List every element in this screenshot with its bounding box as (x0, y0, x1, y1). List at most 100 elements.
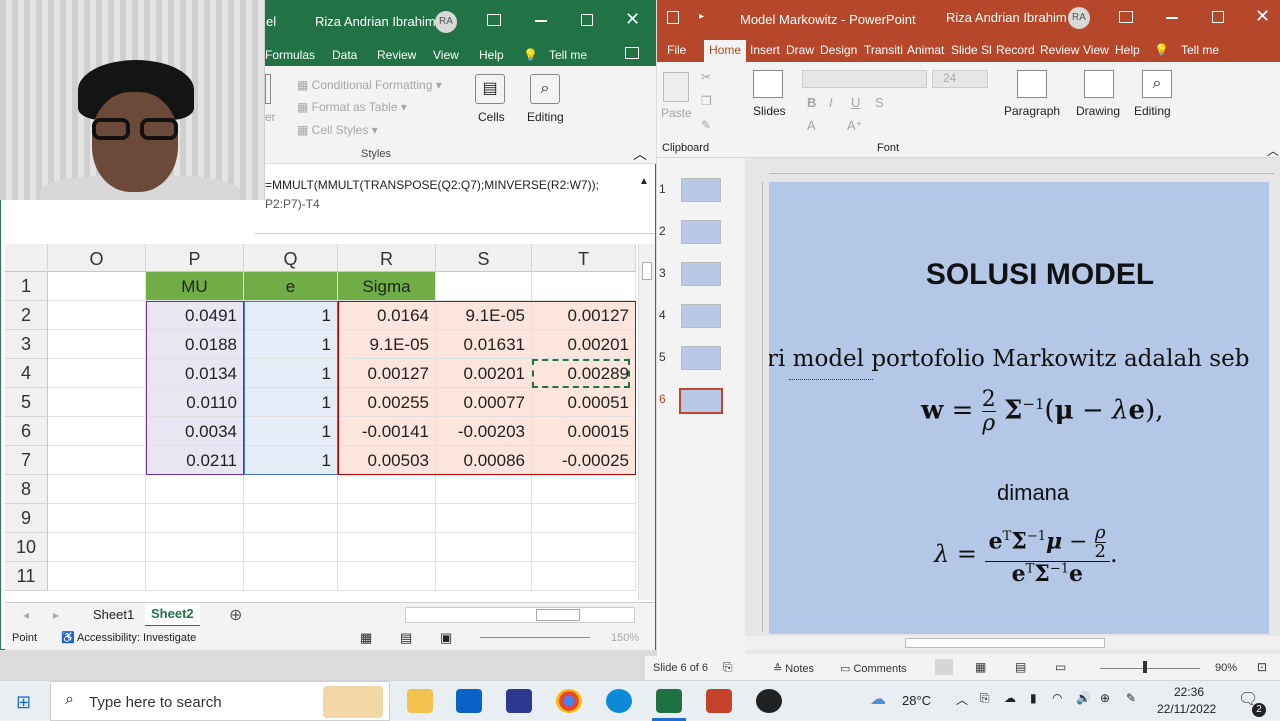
cell-t10[interactable] (532, 533, 636, 562)
cell-o3[interactable] (48, 330, 146, 359)
slide-thumbnail-3[interactable] (681, 262, 721, 286)
font-color-button[interactable]: A (807, 118, 816, 133)
current-slide[interactable]: SOLUSI MODEL ri model portofolio Markowi… (769, 182, 1269, 634)
col-header-o[interactable]: O (48, 244, 146, 272)
tab-formulas[interactable]: Formulas (265, 48, 315, 62)
conditional-formatting-button[interactable]: ▦ Conditional Formatting ▾ (297, 78, 442, 92)
cell-o11[interactable] (48, 562, 146, 591)
row-header[interactable]: 9 (5, 504, 48, 533)
battery-icon[interactable]: ▮ (1030, 691, 1037, 705)
zoom-slider[interactable] (1100, 668, 1200, 669)
cell-t7[interactable]: -0.00025 (532, 446, 636, 475)
slides-label[interactable]: Slides (753, 104, 786, 118)
tell-me-search[interactable]: Tell me (1181, 43, 1219, 57)
drawing-icon[interactable] (1084, 70, 1114, 98)
slide-thumbnail-1[interactable] (681, 178, 721, 202)
start-button[interactable]: ⊞ (16, 692, 31, 713)
cell-s4[interactable]: 0.00201 (436, 359, 532, 388)
excel-taskbar-icon[interactable] (656, 689, 682, 713)
tell-me-search[interactable]: Tell me (549, 48, 587, 62)
cell-t4[interactable]: 0.00289 (532, 359, 636, 388)
paragraph-icon[interactable] (1017, 70, 1047, 98)
h-scroll-thumb[interactable] (536, 609, 580, 621)
page-layout-icon[interactable]: ▤ (400, 630, 412, 646)
strikethrough-button[interactable]: S (875, 95, 884, 110)
qat-more-icon[interactable]: ▸ (699, 11, 704, 22)
cell-r9[interactable] (338, 504, 436, 533)
spelling-icon[interactable]: ⎘ (723, 660, 733, 675)
weather-temperature[interactable]: 28°C (902, 693, 931, 708)
cell-t3[interactable]: 0.00201 (532, 330, 636, 359)
cell-q8[interactable] (244, 475, 338, 504)
cell-s8[interactable] (436, 475, 532, 504)
row-header[interactable]: 8 (5, 475, 48, 504)
cell-q10[interactable] (244, 533, 338, 562)
tab-transitions[interactable]: Transiti (864, 43, 903, 57)
cells-label[interactable]: Cells (478, 110, 505, 124)
prev-sheet-icon[interactable]: ◂ (23, 608, 29, 622)
cut-icon[interactable]: ✂ (701, 70, 711, 84)
sheet-tab-sheet1[interactable]: Sheet1 (93, 607, 134, 622)
editing-label[interactable]: Editing (527, 110, 564, 124)
obs-icon[interactable] (756, 689, 782, 713)
tab-data[interactable]: Data (332, 48, 357, 62)
wifi-icon[interactable]: ◠ (1052, 691, 1062, 705)
paste-icon[interactable] (663, 72, 689, 102)
slide-h-scroll-thumb[interactable] (905, 638, 1105, 648)
cell-p5[interactable]: 0.0110 (146, 388, 244, 417)
slide-dimana[interactable]: dimana (997, 480, 1069, 506)
tab-draw[interactable]: Draw (786, 43, 814, 57)
minimize-icon[interactable] (535, 20, 547, 22)
tab-view[interactable]: View (433, 48, 459, 62)
tab-file[interactable]: File (667, 43, 686, 57)
cell-mu-header[interactable]: MU (146, 272, 244, 301)
cell-r2[interactable]: 0.0164 (338, 301, 436, 330)
cell-r5[interactable]: 0.00255 (338, 388, 436, 417)
tab-help[interactable]: Help (479, 48, 504, 62)
copy-icon[interactable]: ❐ (701, 94, 712, 108)
cell-q4[interactable]: 1 (244, 359, 338, 388)
tab-view[interactable]: View (1083, 43, 1109, 57)
horizontal-scrollbar[interactable] (405, 607, 635, 623)
formula-expand-icon[interactable]: ▲ (639, 176, 649, 187)
slide-body-line[interactable]: ri model portofolio Markowitz adalah seb (769, 346, 1249, 372)
accessibility-status[interactable]: Accessibility: Investigate (77, 632, 196, 644)
editing-label[interactable]: Editing (1134, 104, 1171, 118)
tab-help[interactable]: Help (1115, 43, 1140, 57)
cell-r3[interactable]: 9.1E-05 (338, 330, 436, 359)
col-header-p[interactable]: P (146, 244, 244, 272)
cell-o10[interactable] (48, 533, 146, 562)
normal-view-icon[interactable]: ▦ (360, 630, 372, 646)
slide-thumbnail-2[interactable] (681, 220, 721, 244)
cell-r10[interactable] (338, 533, 436, 562)
cell-o2[interactable] (48, 301, 146, 330)
clock-time[interactable]: 22:36 (1174, 685, 1204, 699)
cell-q2[interactable]: 1 (244, 301, 338, 330)
row-header[interactable]: 4 (5, 359, 48, 388)
cell-t5[interactable]: 0.00051 (532, 388, 636, 417)
taskbar-search-box[interactable]: ⌕ Type here to search (50, 681, 390, 721)
col-header-s[interactable]: S (436, 244, 532, 272)
minimize-icon[interactable] (1166, 17, 1178, 19)
cell-s2[interactable]: 9.1E-05 (436, 301, 532, 330)
tab-review[interactable]: Review (1040, 43, 1079, 57)
cell-p8[interactable] (146, 475, 244, 504)
editing-search-icon[interactable]: ⌕ (530, 74, 560, 104)
cell-s3[interactable]: 0.01631 (436, 330, 532, 359)
ppt-avatar[interactable]: RA (1068, 7, 1090, 29)
clock-date[interactable]: 22/11/2022 (1157, 702, 1216, 716)
cell-r4[interactable]: 0.00127 (338, 359, 436, 388)
ribbon-display-icon[interactable] (1119, 11, 1133, 23)
app-icon[interactable] (506, 689, 532, 713)
pen-icon[interactable]: ✎ (1126, 691, 1136, 705)
cell-s5[interactable]: 0.00077 (436, 388, 532, 417)
cell-o5[interactable] (48, 388, 146, 417)
cell-s9[interactable] (436, 504, 532, 533)
fit-slide-icon[interactable]: ⊡ (1257, 660, 1267, 674)
chrome-icon[interactable] (556, 689, 582, 713)
comments-button[interactable]: ▭ Comments (840, 662, 907, 675)
cell-p9[interactable] (146, 504, 244, 533)
row-header[interactable]: 2 (5, 301, 48, 330)
tray-icon[interactable]: ⎘ (980, 691, 990, 706)
font-name-box[interactable] (802, 70, 927, 88)
